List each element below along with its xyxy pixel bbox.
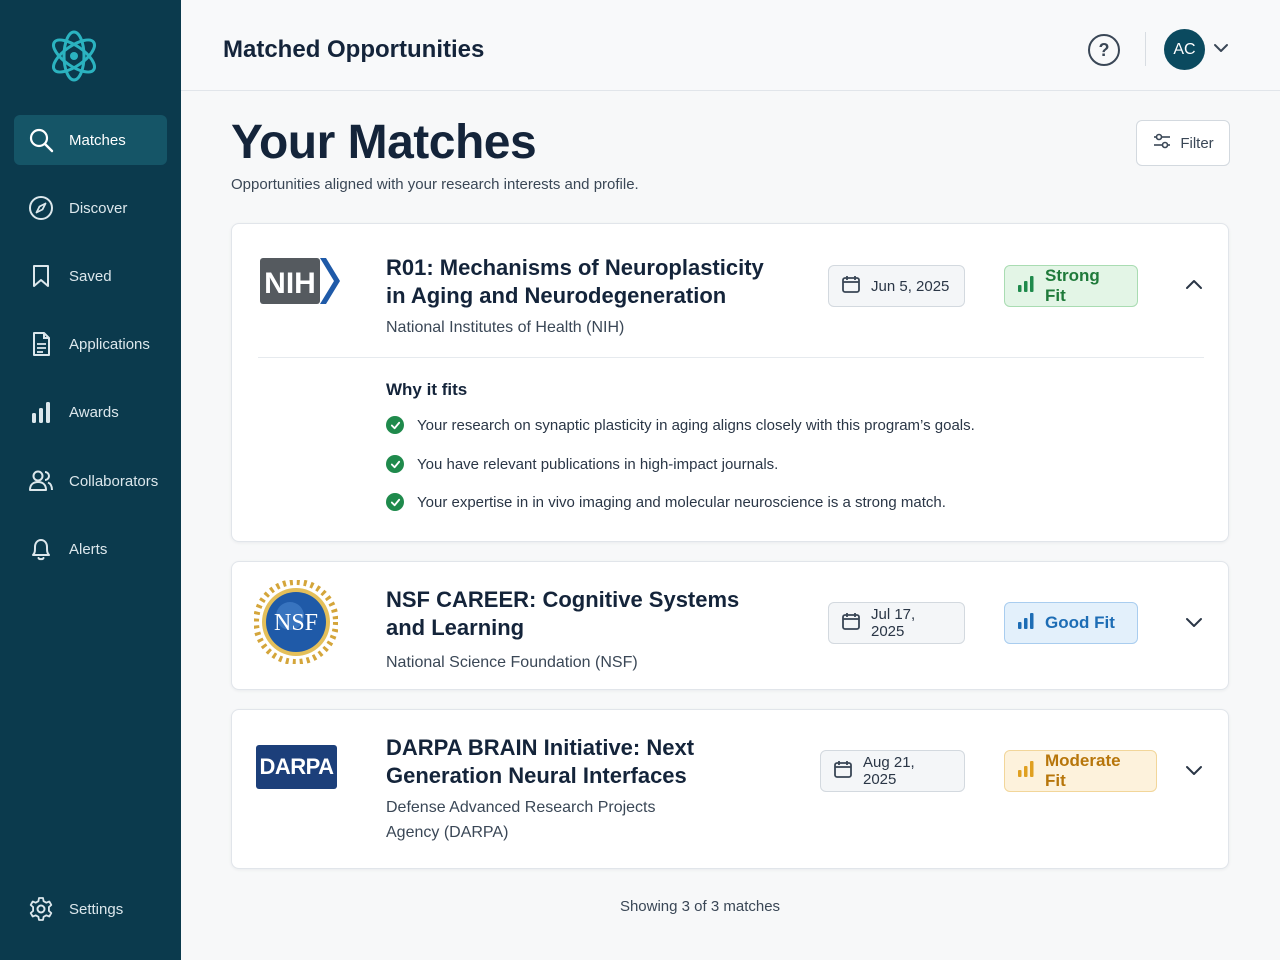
signal-bars-icon	[1017, 612, 1035, 635]
deadline-date: Jun 5, 2025	[871, 277, 950, 295]
check-circle-icon	[386, 493, 404, 511]
reason-item: You have relevant publications in high-i…	[386, 455, 778, 473]
filter-label: Filter	[1180, 134, 1214, 152]
nsf-logo-text: NSF	[274, 610, 318, 636]
check-circle-icon	[386, 455, 404, 473]
darpa-logo-text: DARPA	[259, 754, 334, 779]
chevron-down-icon[interactable]	[1182, 758, 1206, 782]
bar-chart-icon	[28, 399, 54, 425]
fit-label: Moderate Fit	[1045, 751, 1121, 790]
fit-label: Strong Fit	[1045, 266, 1100, 305]
fit-badge: Strong Fit	[1004, 265, 1138, 307]
sidebar-item-settings[interactable]: Settings	[14, 884, 167, 934]
reason-item: Your expertise in in vivo imaging and mo…	[386, 493, 946, 511]
reason-text: You have relevant publications in high-i…	[417, 455, 779, 473]
atom-icon[interactable]	[46, 28, 102, 84]
sidebar-item-matches[interactable]: Matches	[14, 115, 167, 165]
match-title[interactable]: R01: Mechanisms of Neuroplasticity in Ag…	[386, 254, 766, 310]
match-title[interactable]: DARPA BRAIN Initiative: Next Generation …	[386, 734, 766, 790]
sidebar-item-label: Matches	[69, 131, 126, 149]
nih-logo-text: NIH	[264, 267, 316, 300]
deadline-badge: Jun 5, 2025	[828, 265, 965, 307]
reason-text: Your expertise in in vivo imaging and mo…	[417, 493, 946, 511]
check-circle-icon	[386, 416, 404, 434]
help-icon[interactable]: ?	[1088, 34, 1120, 66]
results-count: Showing 3 of 3 matches	[619, 898, 781, 915]
sidebar-item-awards[interactable]: Awards	[14, 387, 167, 437]
divider	[1145, 32, 1146, 66]
page-subtitle: Opportunities aligned with your research…	[231, 176, 639, 193]
match-card: NSF NSF CAREER: Cognitive Systems and Le…	[231, 561, 1229, 690]
sidebar-item-alerts[interactable]: Alerts	[14, 524, 167, 574]
sidebar-item-collaborators[interactable]: Collaborators	[14, 456, 167, 506]
fit-badge: Good Fit	[1004, 602, 1138, 644]
deadline-date: Aug 21, 2025	[863, 754, 915, 788]
sidebar-item-label: Saved	[69, 267, 112, 285]
sidebar-item-label: Awards	[69, 403, 119, 421]
why-it-fits-heading: Why it fits	[386, 380, 468, 399]
match-agency: National Institutes of Health (NIH)	[386, 319, 625, 336]
sidebar-item-label: Discover	[69, 199, 128, 217]
bookmark-icon	[28, 263, 54, 289]
sidebar: Matches Discover Saved Applications Awar…	[0, 0, 181, 960]
signal-bars-icon	[1017, 275, 1035, 298]
nsf-logo: NSF	[253, 579, 339, 665]
sidebar-item-label: Settings	[69, 900, 124, 918]
nih-logo: NIH	[260, 256, 340, 306]
calendar-icon	[841, 611, 861, 635]
card-divider	[258, 357, 1204, 358]
deadline-badge: Aug 21, 2025	[820, 750, 965, 792]
darpa-logo: DARPA	[256, 745, 337, 789]
top-bar: Matched Opportunities ? AC	[181, 0, 1280, 91]
signal-bars-icon	[1017, 760, 1035, 783]
chevron-down-icon[interactable]	[1213, 40, 1229, 56]
chevron-down-icon[interactable]	[1182, 610, 1206, 634]
calendar-icon	[833, 759, 853, 783]
match-card: DARPA DARPA BRAIN Initiative: Next Gener…	[231, 709, 1229, 869]
deadline-date: Jul 17, 2025	[871, 606, 916, 640]
deadline-badge: Jul 17, 2025	[828, 602, 965, 644]
avatar[interactable]: AC	[1164, 29, 1205, 70]
reason-item: Your research on synaptic plasticity in …	[386, 416, 975, 434]
page-title: Your Matches	[231, 116, 537, 169]
sidebar-item-applications[interactable]: Applications	[14, 319, 167, 369]
match-agency: National Science Foundation (NSF)	[386, 654, 638, 671]
reason-text: Your research on synaptic plasticity in …	[417, 416, 975, 434]
fit-label: Good Fit	[1045, 613, 1115, 632]
sidebar-item-discover[interactable]: Discover	[14, 183, 167, 233]
sidebar-item-label: Collaborators	[69, 472, 159, 490]
document-icon	[28, 331, 54, 357]
match-card: NIH R01: Mechanisms of Neuroplasticity i…	[231, 223, 1229, 542]
sidebar-item-label: Applications	[69, 335, 150, 353]
sliders-icon	[1152, 131, 1172, 155]
filter-button[interactable]: Filter	[1136, 120, 1230, 166]
fit-badge: Moderate Fit	[1004, 750, 1157, 792]
chevron-up-icon[interactable]	[1182, 273, 1206, 297]
sidebar-item-label: Alerts	[69, 540, 108, 558]
compass-icon	[28, 195, 54, 221]
search-icon	[28, 127, 54, 153]
calendar-icon	[841, 274, 861, 298]
match-agency: Defense Advanced Research Projects Agenc…	[386, 799, 656, 841]
users-icon	[28, 468, 54, 494]
match-title[interactable]: NSF CAREER: Cognitive Systems and Learni…	[386, 586, 766, 642]
gear-icon	[28, 896, 54, 922]
bell-icon	[28, 536, 54, 562]
sidebar-item-saved[interactable]: Saved	[14, 251, 167, 301]
header-title: Matched Opportunities	[223, 36, 485, 63]
